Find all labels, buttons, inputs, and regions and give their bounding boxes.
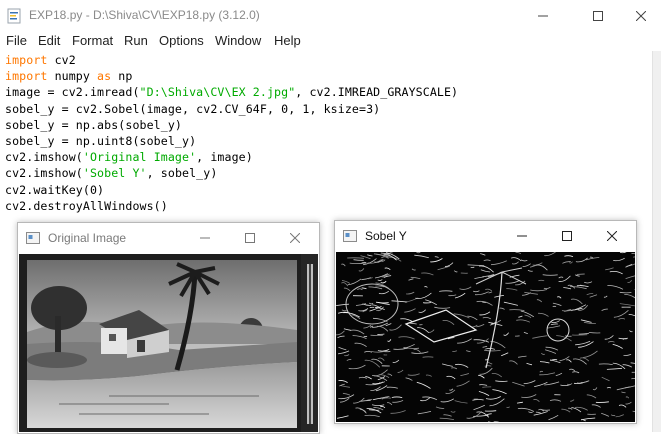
menu-window[interactable]: Window <box>215 33 261 48</box>
original-image-title-bar[interactable]: Original Image <box>18 223 319 253</box>
code-token: sobel_y = np.uint8(sobel_y) <box>5 134 196 148</box>
original-image-window: Original Image <box>17 222 320 434</box>
code-line: cv2.imshow('Original Image', image) <box>5 150 253 164</box>
opencv-window-icon <box>343 229 357 243</box>
code-token: cv2 <box>47 53 75 67</box>
minimize-icon <box>200 233 210 243</box>
sobel-y-window: Sobel Y <box>334 220 637 424</box>
code-token: sobel_y = np.abs(sobel_y) <box>5 118 182 132</box>
grayscale-landscape-drawing <box>19 254 318 432</box>
code-token: cv2.destroyAllWindows() <box>5 199 168 213</box>
code-line: import numpy as np <box>5 69 132 83</box>
python-file-icon <box>6 8 22 24</box>
menu-edit[interactable]: Edit <box>38 33 60 48</box>
menu-options[interactable]: Options <box>159 33 204 48</box>
code-token: , image) <box>196 150 253 164</box>
code-token: cv2.waitKey(0) <box>5 183 104 197</box>
menu-help[interactable]: Help <box>274 33 301 48</box>
code-line: import cv2 <box>5 53 76 67</box>
code-token: numpy <box>47 69 97 83</box>
original-image-title: Original Image <box>48 231 126 245</box>
code-line: cv2.destroyAllWindows() <box>5 199 168 213</box>
code-line: cv2.imshow('Sobel Y', sobel_y) <box>5 166 217 180</box>
maximize-icon <box>593 11 603 21</box>
original-maximize-button[interactable] <box>227 223 273 253</box>
close-icon <box>607 231 617 241</box>
window-title: EXP18.py - D:\Shiva\CV\EXP18.py (3.12.0) <box>29 8 260 22</box>
code-string: 'Sobel Y' <box>83 166 147 180</box>
sobel-y-title: Sobel Y <box>365 229 407 243</box>
code-string: "D:\Shiva\CV\EX 2.jpg" <box>140 85 296 99</box>
menu-file[interactable]: File <box>6 33 27 48</box>
idle-title-bar: EXP18.py - D:\Shiva\CV\EXP18.py (3.12.0) <box>0 0 661 31</box>
maximize-icon <box>562 231 572 241</box>
maximize-icon <box>245 233 255 243</box>
close-button[interactable] <box>620 0 661 31</box>
code-token: cv2.imshow( <box>5 166 83 180</box>
original-close-button[interactable] <box>272 223 318 253</box>
code-line: sobel_y = cv2.Sobel(image, cv2.CV_64F, 0… <box>5 102 380 116</box>
sobel-maximize-button[interactable] <box>544 221 590 251</box>
code-token: sobel_y = cv2.Sobel(image, cv2.CV_64F, 0… <box>5 102 380 116</box>
minimize-button[interactable] <box>520 0 566 31</box>
code-keyword: as <box>97 69 111 83</box>
code-token: , sobel_y) <box>147 166 218 180</box>
menu-format[interactable]: Format <box>72 33 113 48</box>
sobel-minimize-button[interactable] <box>499 221 545 251</box>
minimize-icon <box>538 11 548 21</box>
maximize-button[interactable] <box>575 0 621 31</box>
close-icon <box>636 11 646 21</box>
sobel-y-image <box>336 252 635 422</box>
original-minimize-button[interactable] <box>182 223 228 253</box>
code-line: image = cv2.imread("D:\Shiva\CV\EX 2.jpg… <box>5 85 458 99</box>
code-token: np <box>111 69 132 83</box>
code-keyword: import <box>5 53 47 67</box>
code-token: cv2.imshow( <box>5 150 83 164</box>
sobel-y-title-bar[interactable]: Sobel Y <box>335 221 636 251</box>
opencv-window-icon <box>26 231 40 245</box>
code-line: sobel_y = np.uint8(sobel_y) <box>5 134 196 148</box>
code-line: sobel_y = np.abs(sobel_y) <box>5 118 182 132</box>
close-icon <box>290 233 300 243</box>
minimize-icon <box>517 231 527 241</box>
code-keyword: import <box>5 69 47 83</box>
edge-detection-output <box>336 252 635 422</box>
vertical-scrollbar[interactable] <box>652 51 661 432</box>
code-string: 'Original Image' <box>83 150 196 164</box>
menu-run[interactable]: Run <box>124 33 148 48</box>
code-line: cv2.waitKey(0) <box>5 183 104 197</box>
original-image <box>19 254 318 432</box>
code-token: image = cv2.imread( <box>5 85 140 99</box>
sobel-close-button[interactable] <box>589 221 635 251</box>
menu-bar: File Edit Format Run Options Window Help <box>0 31 661 52</box>
code-token: , cv2.IMREAD_GRAYSCALE) <box>295 85 458 99</box>
